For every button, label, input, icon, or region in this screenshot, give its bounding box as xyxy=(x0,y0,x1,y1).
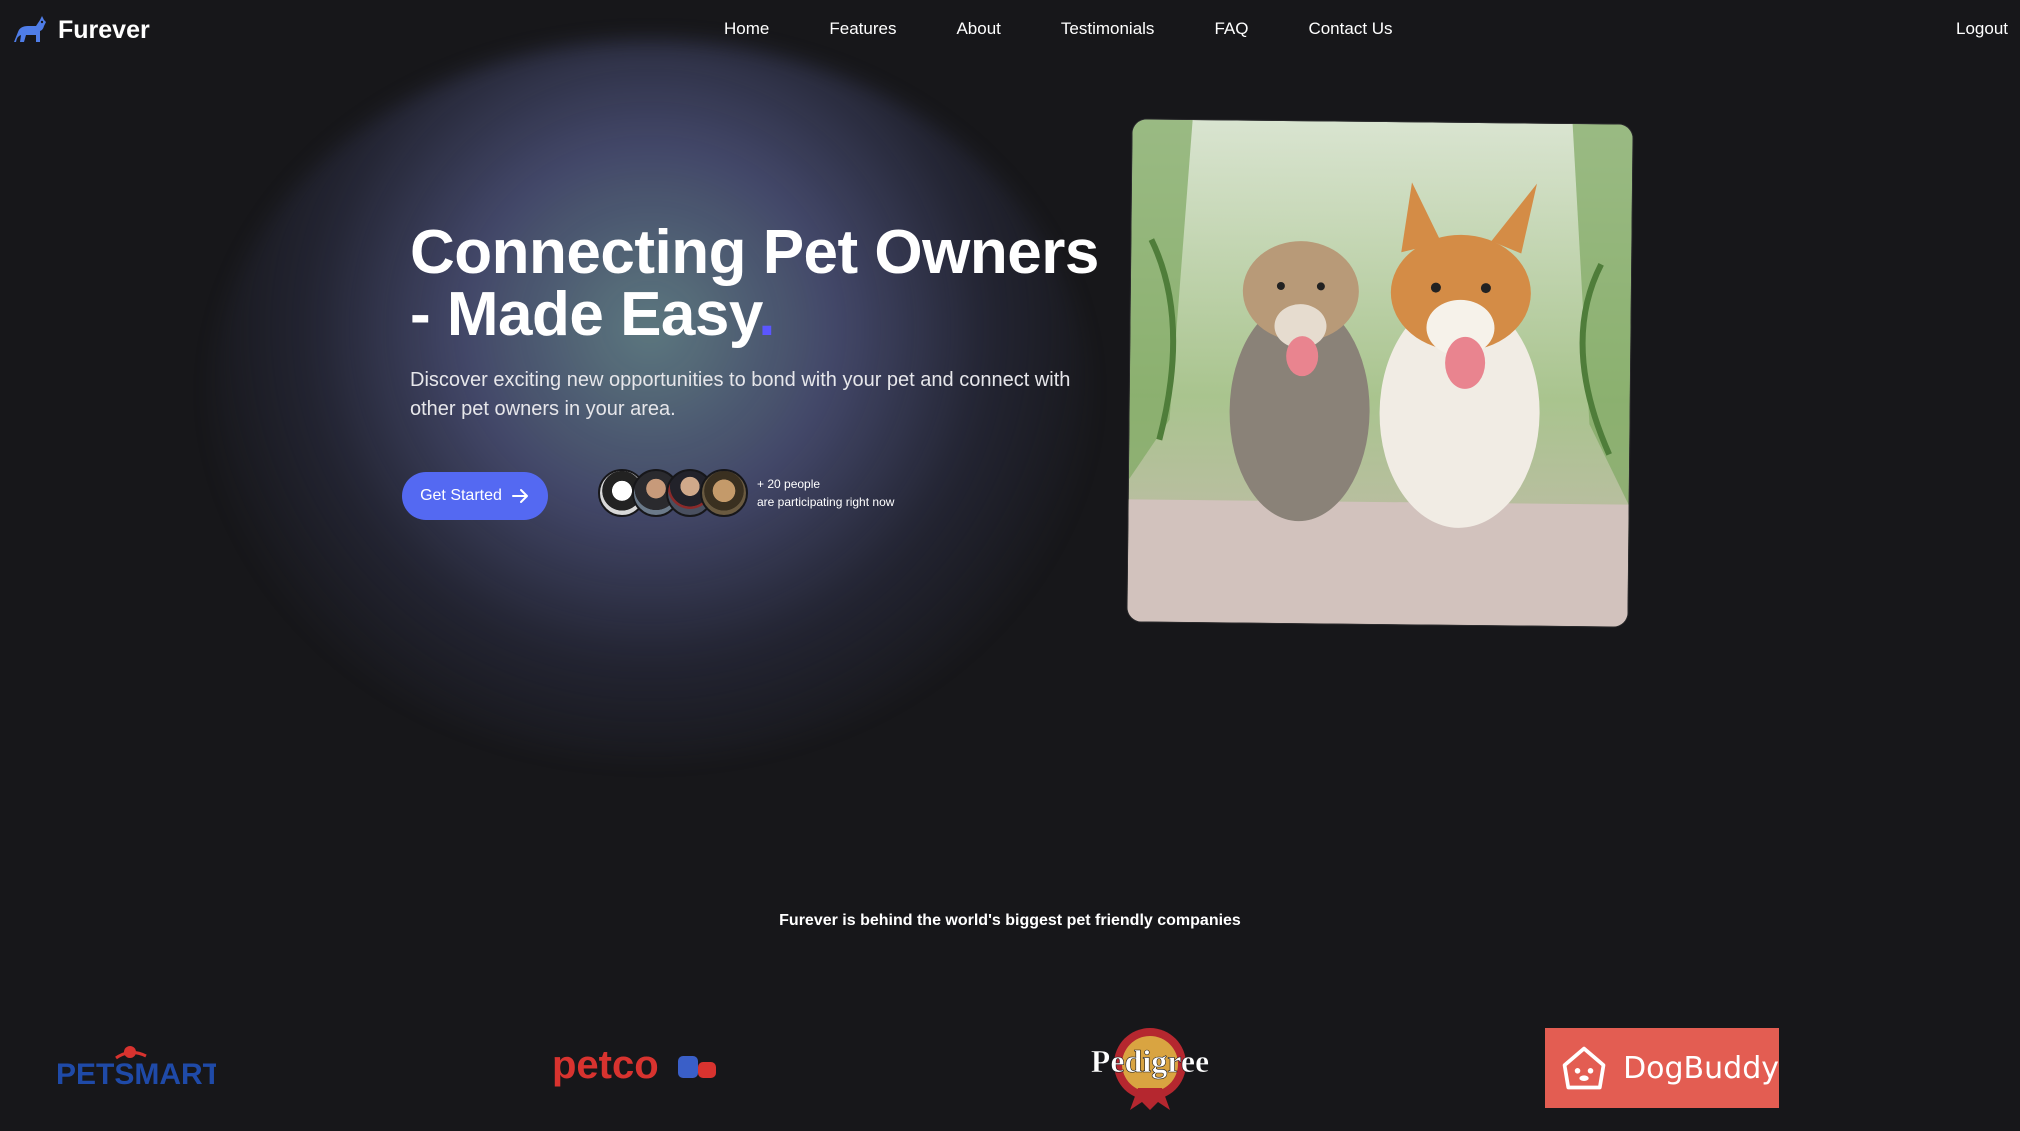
nav-testimonials-link[interactable]: Testimonials xyxy=(1061,19,1155,39)
brand-logo[interactable]: Furever xyxy=(10,14,150,46)
petco-wordmark: petco xyxy=(552,1043,659,1087)
dogbuddy-wordmark: DogBuddy xyxy=(1623,1050,1779,1086)
nav-home-link[interactable]: Home xyxy=(724,19,769,39)
logout-button[interactable]: Logout xyxy=(1956,19,2008,39)
hero-title-line-1: Connecting Pet Owners xyxy=(410,218,1099,287)
nav-about-link[interactable]: About xyxy=(956,19,1000,39)
hero-dogs-image xyxy=(1127,119,1633,627)
hero-subtitle: Discover exciting new opportunities to b… xyxy=(410,369,1071,420)
petco-logo: petco xyxy=(552,1042,732,1097)
hero-title: Connecting Pet Owners - Made Easy. xyxy=(410,222,1110,346)
dog-logo-icon xyxy=(14,16,46,42)
pedigree-wordmark: Pedigree xyxy=(1091,1043,1209,1079)
participants-count: + 20 people xyxy=(757,477,821,491)
get-started-button[interactable]: Get Started xyxy=(402,472,548,520)
dogbuddy-logo: DogBuddy xyxy=(1545,1028,1779,1108)
top-navigation: Furever Home Features About Testimonials… xyxy=(0,0,2020,62)
partners-tagline: Furever is behind the world's biggest pe… xyxy=(779,912,1241,929)
participants-status: are participating right now xyxy=(757,495,895,509)
nav-contact-link[interactable]: Contact Us xyxy=(1308,19,1392,39)
participant-avatars xyxy=(598,469,748,517)
arrow-right-icon xyxy=(511,489,528,503)
hero-title-line-2: - Made Easy xyxy=(410,280,759,349)
hero-section: Connecting Pet Owners - Made Easy. Disco… xyxy=(410,222,1110,424)
brand-name: Furever xyxy=(58,15,150,44)
hero-title-dot: . xyxy=(758,280,776,349)
get-started-label: Get Started xyxy=(420,487,502,504)
nav-features-link[interactable]: Features xyxy=(829,19,896,39)
petsmart-wordmark: PETSMART xyxy=(56,1058,216,1091)
pedigree-logo: Pedigree xyxy=(1090,1026,1210,1117)
nav-links: Home Features About Testimonials FAQ Con… xyxy=(724,19,1393,39)
participants-info: + 20 people are participating right now xyxy=(757,475,894,511)
nav-faq-link[interactable]: FAQ xyxy=(1214,19,1248,39)
dogbuddy-icon xyxy=(1562,1046,1606,1090)
avatar xyxy=(700,469,748,517)
petsmart-logo: PETSMART xyxy=(56,1044,221,1099)
dogs-illustration xyxy=(1127,119,1633,627)
